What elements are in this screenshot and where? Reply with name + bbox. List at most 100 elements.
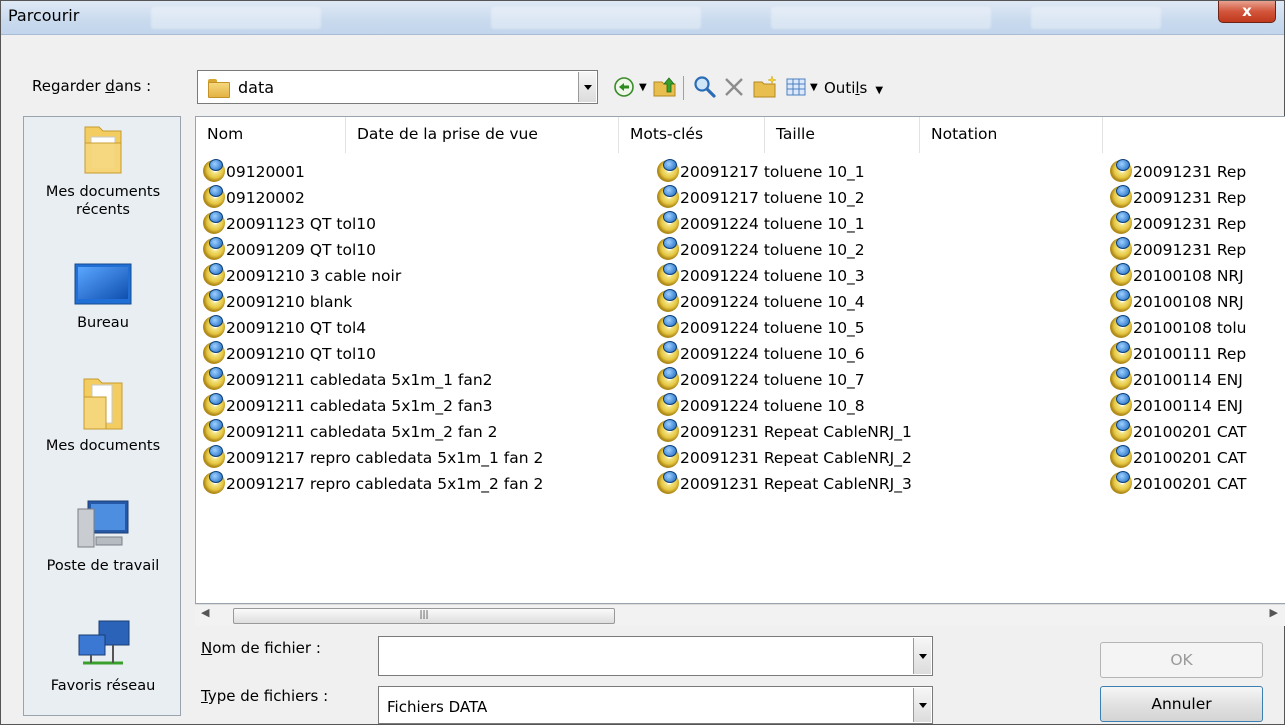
file-item[interactable]: 20091231 Rep <box>1110 185 1246 211</box>
up-folder-icon <box>653 77 676 97</box>
file-item[interactable]: 20091211 cabledata 5x1m_2 fan3 <box>203 393 493 419</box>
file-item[interactable]: 20091231 Rep <box>1110 211 1246 237</box>
file-name: 20091217 repro cabledata 5x1m_2 fan 2 <box>226 475 544 493</box>
file-item[interactable]: 20100114 ENJ <box>1110 393 1243 419</box>
file-name: 20100114 ENJ <box>1133 371 1243 389</box>
file-item[interactable]: 20091211 cabledata 5x1m_1 fan2 <box>203 367 493 393</box>
horizontal-scrollbar[interactable]: ◀ ||| ▶ <box>195 604 1285 626</box>
place-desktop[interactable]: Bureau <box>24 260 182 332</box>
file-item[interactable]: 20091231 Repeat CableNRJ_3 <box>657 471 912 497</box>
background-blur <box>491 7 701 29</box>
documents-folder-icon <box>80 373 126 433</box>
file-name: 20091224 toluene 10_1 <box>680 215 865 233</box>
filename-input[interactable] <box>378 636 933 676</box>
data-file-icon <box>657 211 679 234</box>
back-icon <box>614 77 634 97</box>
place-label: Bureau <box>77 315 129 331</box>
file-list[interactable]: Nom Date de la prise de vue Mots-clés Ta… <box>195 116 1285 604</box>
lookin-combo[interactable]: data <box>197 70 598 104</box>
scroll-right-icon[interactable]: ▶ <box>1270 606 1278 619</box>
file-item[interactable]: 20100114 ENJ <box>1110 367 1243 393</box>
background-blur <box>1031 7 1161 29</box>
file-item[interactable]: 20100108 tolu <box>1110 315 1247 341</box>
file-name: 20091211 cabledata 5x1m_2 fan 2 <box>226 423 498 441</box>
column-header-size[interactable]: Taille <box>765 117 920 153</box>
file-item[interactable]: 20091224 toluene 10_7 <box>657 367 865 393</box>
file-item[interactable]: 20091217 toluene 10_1 <box>657 159 865 185</box>
data-file-icon <box>203 445 225 468</box>
views-dropdown[interactable]: ▼ <box>810 75 818 101</box>
cancel-button[interactable]: Annuler <box>1100 686 1263 722</box>
column-header-name[interactable]: Nom <box>196 117 346 153</box>
up-folder-button[interactable] <box>653 75 679 101</box>
file-item[interactable]: 20100108 NRJ <box>1110 289 1244 315</box>
file-item[interactable]: 20091224 toluene 10_4 <box>657 289 865 315</box>
new-folder-button[interactable] <box>753 75 779 101</box>
file-name: 20091217 toluene 10_2 <box>680 189 865 207</box>
file-name: 09120001 <box>226 163 305 181</box>
filetype-select[interactable]: Fichiers DATA <box>378 686 933 724</box>
views-button[interactable] <box>785 75 807 101</box>
file-item[interactable]: 20091231 Rep <box>1110 159 1246 185</box>
file-item[interactable]: 20091211 cabledata 5x1m_2 fan 2 <box>203 419 497 445</box>
file-item[interactable]: 20091224 toluene 10_5 <box>657 315 865 341</box>
file-item[interactable]: 09120001 <box>203 159 305 185</box>
place-recent-documents[interactable]: Mes documents récents <box>24 121 182 219</box>
place-network[interactable]: Favoris réseau <box>24 617 182 695</box>
chevron-down-icon[interactable] <box>913 688 931 722</box>
delete-button[interactable] <box>723 75 745 101</box>
views-icon <box>786 78 806 96</box>
file-item[interactable]: 20100201 CAT <box>1110 445 1247 471</box>
file-item[interactable]: 20091217 repro cabledata 5x1m_2 fan 2 <box>203 471 543 497</box>
column-header-rating[interactable]: Notation <box>920 117 1103 153</box>
column-header-date[interactable]: Date de la prise de vue <box>346 117 619 153</box>
file-item[interactable]: 20091231 Rep <box>1110 237 1246 263</box>
file-item[interactable]: 20091231 Repeat CableNRJ_1 <box>657 419 912 445</box>
data-file-icon <box>657 419 679 442</box>
file-item[interactable]: 20091224 toluene 10_3 <box>657 263 865 289</box>
file-item[interactable]: 20091231 Repeat CableNRJ_2 <box>657 445 912 471</box>
file-item[interactable]: 20100201 CAT <box>1110 471 1247 497</box>
file-item[interactable]: 20091210 QT tol10 <box>203 341 376 367</box>
file-name: 20091211 cabledata 5x1m_2 fan3 <box>226 397 493 415</box>
file-item[interactable]: 20091217 toluene 10_2 <box>657 185 865 211</box>
file-item[interactable]: 20091123 QT tol10 <box>203 211 376 237</box>
chevron-down-icon: ▼ <box>875 85 884 96</box>
file-item[interactable]: 20091224 toluene 10_6 <box>657 341 865 367</box>
data-file-icon <box>1110 367 1132 390</box>
back-dropdown[interactable]: ▼ <box>639 75 647 101</box>
search-web-button[interactable] <box>693 75 717 101</box>
file-item[interactable]: 20091224 toluene 10_1 <box>657 211 865 237</box>
file-item[interactable]: 20100108 NRJ <box>1110 263 1244 289</box>
file-item[interactable]: 20100201 CAT <box>1110 419 1247 445</box>
tools-menu[interactable]: Outils ▼ <box>824 75 883 101</box>
filetype-value: Fichiers DATA <box>387 698 488 716</box>
file-item[interactable]: 20091210 QT tol4 <box>203 315 366 341</box>
file-item[interactable]: 20091210 3 cable noir <box>203 263 401 289</box>
background-blur <box>151 7 321 29</box>
chevron-down-icon[interactable] <box>913 638 931 674</box>
place-my-documents[interactable]: Mes documents <box>24 373 182 455</box>
file-item[interactable]: 20100111 Rep <box>1110 341 1246 367</box>
back-button[interactable] <box>613 75 635 101</box>
data-file-icon <box>1110 341 1132 364</box>
new-folder-icon <box>753 75 777 98</box>
file-item[interactable]: 20091210 blank <box>203 289 352 315</box>
file-item[interactable]: 09120002 <box>203 185 305 211</box>
file-item[interactable]: 20091217 repro cabledata 5x1m_1 fan 2 <box>203 445 543 471</box>
place-label: Mes documents récents <box>45 184 161 218</box>
file-item[interactable]: 20091224 toluene 10_2 <box>657 237 865 263</box>
folder-icon <box>208 79 230 98</box>
chevron-down-icon[interactable] <box>578 72 596 102</box>
file-item[interactable]: 20091224 toluene 10_8 <box>657 393 865 419</box>
window-title: Parcourir <box>8 6 80 25</box>
ok-button[interactable]: OK <box>1100 642 1263 678</box>
close-button[interactable]: x <box>1218 1 1276 23</box>
place-my-computer[interactable]: Poste de travail <box>24 497 182 575</box>
scroll-left-icon[interactable]: ◀ <box>201 606 209 619</box>
scrollbar-thumb[interactable]: ||| <box>233 608 615 624</box>
column-header-keywords[interactable]: Mots-clés <box>619 117 765 153</box>
title-bar[interactable]: Parcourir x <box>1 1 1284 35</box>
data-file-icon <box>203 159 225 182</box>
file-item[interactable]: 20091209 QT tol10 <box>203 237 376 263</box>
